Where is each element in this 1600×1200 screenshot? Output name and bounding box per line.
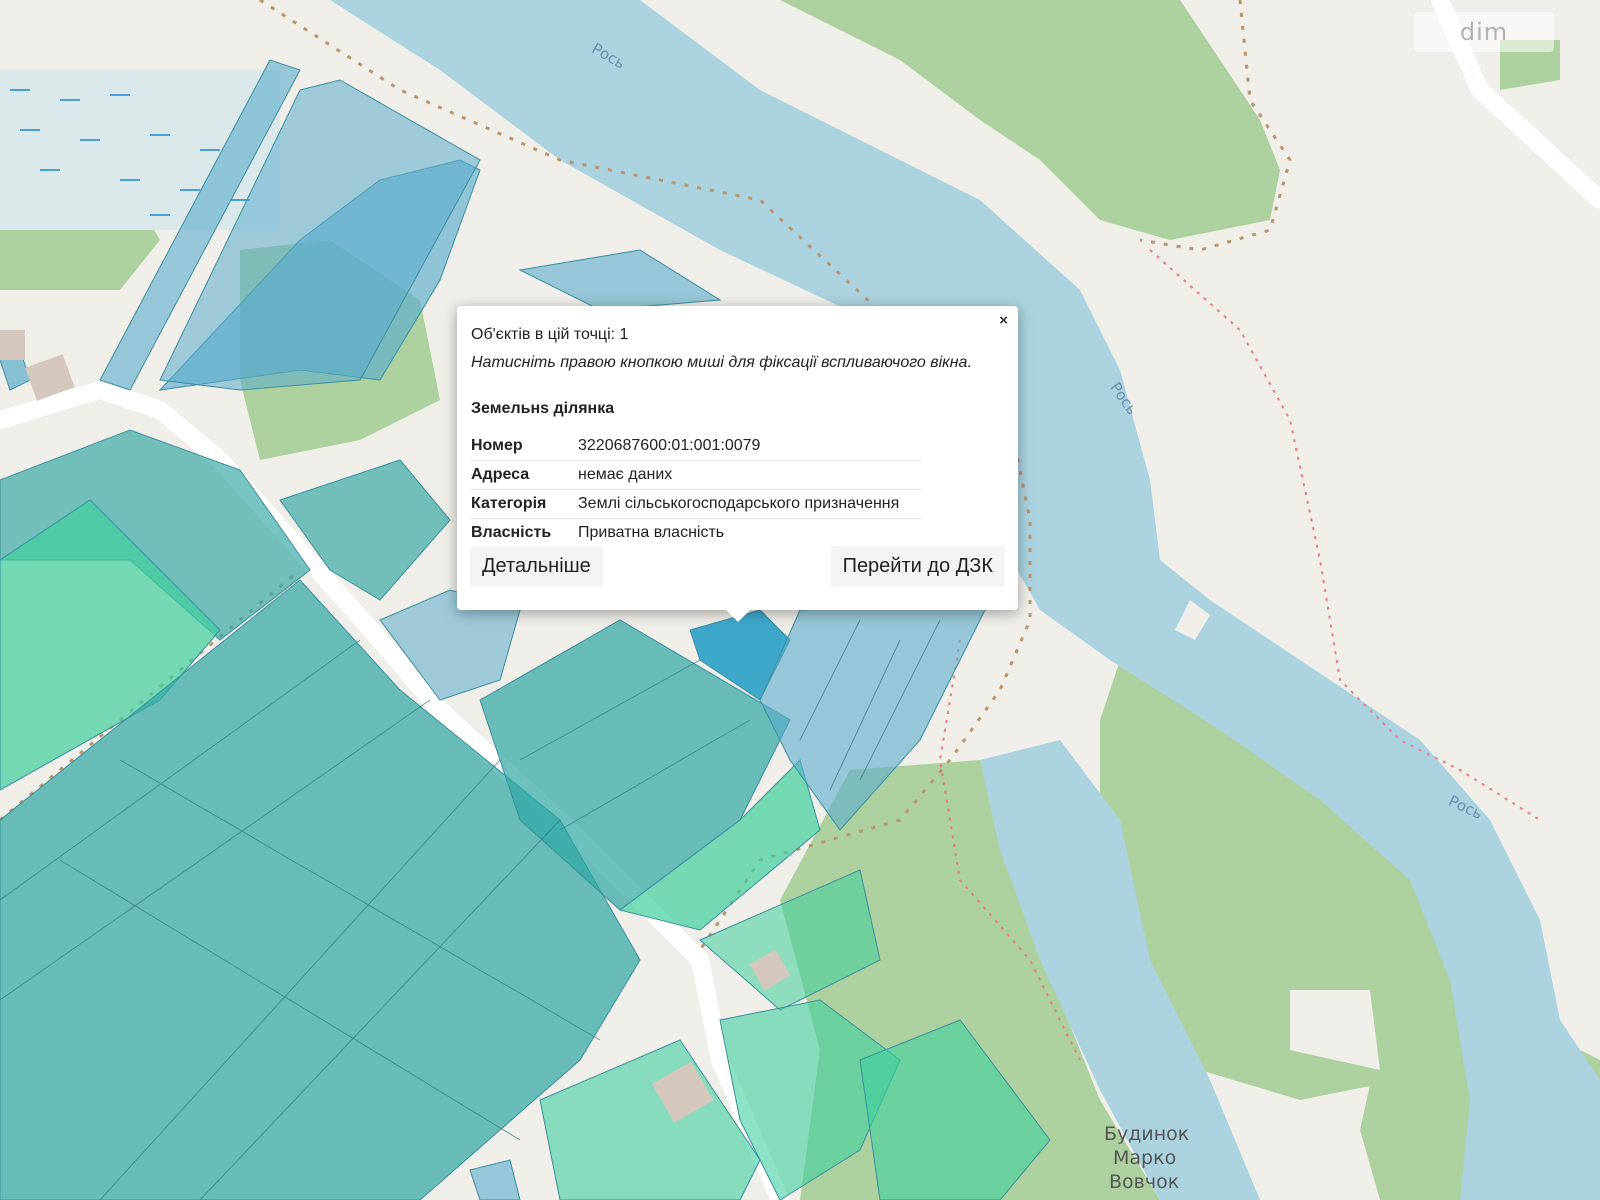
popup-title: Земельнs ділянка — [471, 400, 615, 417]
table-row: Адреса немає даних — [471, 460, 921, 490]
row-key: Номер — [471, 432, 578, 461]
details-button[interactable]: Детальніше — [470, 546, 603, 587]
row-key: Власність — [471, 524, 552, 541]
logo-watermark: dim — [1414, 12, 1554, 52]
place-label: Вовчок — [1109, 1171, 1179, 1193]
popup-actions: Детальніше Перейти до ДЗК — [470, 546, 1005, 587]
row-value: немає даних — [578, 460, 921, 490]
table-row: Власність Приватна власність — [471, 519, 921, 548]
row-value: Приватна власність — [578, 524, 725, 541]
place-label: Будинок — [1104, 1123, 1189, 1145]
close-icon[interactable]: × — [999, 313, 1008, 329]
parcel-info-popup[interactable]: × Об'єктів в цій точці: 1 Натисніть прав… — [457, 306, 1018, 622]
row-key: Категорія — [471, 489, 578, 519]
parcel-info-table: Номер 3220687600:01:001:0079 Адреса нема… — [471, 432, 921, 547]
popup-pointer — [726, 610, 750, 622]
row-value: Землі сільськогосподарського призначення — [578, 489, 921, 519]
row-value: 3220687600:01:001:0079 — [578, 432, 921, 461]
popup-hint: Натисніть правою кнопкою миші для фіксац… — [471, 354, 972, 371]
table-row: Категорія Землі сільськогосподарського п… — [471, 489, 921, 519]
place-label: Марко — [1113, 1147, 1176, 1169]
row-key: Адреса — [471, 460, 578, 490]
objects-count: Об'єктів в цій точці: 1 — [471, 326, 629, 343]
table-row: Номер 3220687600:01:001:0079 — [471, 432, 921, 461]
go-to-dzk-button[interactable]: Перейти до ДЗК — [830, 546, 1005, 587]
